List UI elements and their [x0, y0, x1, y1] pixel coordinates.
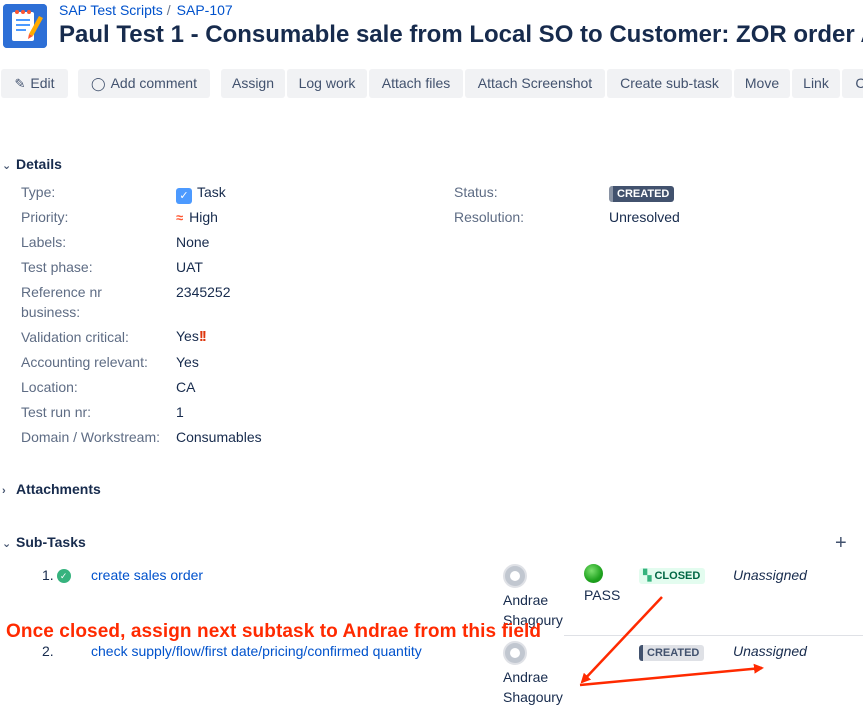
reference-nr-value[interactable]: 2345252	[176, 284, 231, 300]
labels-label: Labels:	[21, 234, 67, 250]
closed-status-icon: ▚	[643, 570, 652, 582]
validation-critical-label: Validation critical:	[21, 329, 129, 345]
location-label: Location:	[21, 379, 78, 395]
labels-value[interactable]: None	[176, 234, 209, 250]
test-run-nr-label: Test run nr:	[21, 404, 92, 420]
reference-nr-label-line2: business:	[21, 304, 81, 320]
pass-status-icon	[584, 564, 603, 583]
domain-workstream-value[interactable]: Consumables	[176, 429, 262, 445]
user-avatar-icon[interactable]	[503, 564, 527, 588]
test-phase-value[interactable]: UAT	[176, 259, 203, 275]
subtask-1-num-text: 1.	[42, 567, 54, 583]
test-phase-label: Test phase:	[21, 259, 93, 275]
attach-screenshot-button[interactable]: Attach Screenshot	[465, 69, 605, 98]
subtask-2-number: 2.	[42, 643, 54, 659]
accounting-relevant-value[interactable]: Yes	[176, 354, 199, 370]
breadcrumb-issue-link[interactable]: SAP-107	[177, 2, 233, 18]
resolution-value: Unresolved	[609, 209, 680, 225]
priority-value-text: High	[189, 209, 218, 225]
closed-status-text: CLOSED	[654, 570, 701, 582]
breadcrumb: SAP Test Scripts / SAP-107	[59, 2, 233, 18]
chevron-right-icon: ›	[2, 485, 6, 497]
issue-header: SAP Test Scripts / SAP-107 Paul Test 1 - C…	[0, 0, 863, 60]
type-label: Type:	[21, 184, 56, 200]
created-status-badge: CREATED	[639, 645, 705, 661]
validation-critical-text: Yes	[176, 328, 199, 344]
assign-button[interactable]: Assign	[221, 69, 285, 98]
status-label: Status:	[454, 184, 498, 200]
status-badge: CREATED	[609, 186, 675, 202]
log-work-button[interactable]: Log work	[287, 69, 367, 98]
annotation-text: Once closed, assign next subtask to Andr…	[6, 621, 542, 642]
domain-workstream-label: Domain / Workstream:	[21, 429, 160, 445]
resolution-label: Resolution:	[454, 209, 525, 225]
priority-value[interactable]: ≈ High	[176, 209, 218, 225]
edit-button[interactable]: ✎ Edit	[1, 69, 68, 98]
project-avatar-icon[interactable]	[3, 4, 47, 48]
pencil-icon: ✎	[14, 76, 26, 91]
subtask-row-divider	[564, 635, 863, 636]
subtask-2-status[interactable]: CREATED	[639, 643, 705, 661]
reference-nr-label: Reference nr	[21, 284, 102, 300]
move-button[interactable]: Move	[734, 69, 790, 98]
breadcrumb-separator: /	[166, 2, 171, 18]
subtask-1-result: PASS	[584, 587, 621, 603]
add-comment-button[interactable]: ◯ Add comment	[78, 69, 210, 98]
attachments-heading: Attachments	[16, 481, 101, 497]
details-heading: Details	[16, 156, 62, 172]
subtask-2-link[interactable]: check supply/flow/first date/pricing/con…	[91, 643, 422, 659]
subtasks-heading: Sub-Tasks	[16, 534, 86, 550]
type-value-text: Task	[197, 184, 226, 200]
comment-icon: ◯	[91, 76, 106, 91]
attach-files-button[interactable]: Attach files	[369, 69, 463, 98]
done-check-icon: ✓	[56, 569, 71, 583]
create-subtask-button[interactable]: Create sub-task	[607, 69, 732, 98]
arrow-to-user-field	[580, 596, 663, 684]
edit-button-label: Edit	[30, 75, 55, 91]
user-avatar-icon[interactable]	[503, 641, 527, 665]
subtask-2-user-last: Shagoury	[503, 689, 563, 705]
chevron-down-icon: ⌄	[2, 538, 12, 550]
issue-toolbar: ✎ Edit ◯ Add comment Assign Log work Attac…	[0, 69, 863, 99]
subtask-1-link[interactable]: create sales order	[91, 567, 203, 583]
double-exclamation-icon: !!	[198, 328, 207, 345]
priority-high-icon: ≈	[176, 210, 184, 225]
subtask-2-user[interactable]: Andrae Shagoury	[503, 667, 563, 707]
add-subtask-plus-icon[interactable]: +	[835, 532, 847, 555]
chevron-down-icon: ⌄	[2, 160, 12, 172]
overflow-button[interactable]: Cl	[842, 69, 863, 98]
accounting-relevant-label: Accounting relevant:	[21, 354, 148, 370]
validation-critical-value[interactable]: Yes!!	[176, 328, 207, 345]
subtask-1-status[interactable]: ▚ CLOSED	[639, 566, 706, 584]
subtask-1-assignee[interactable]: Unassigned	[733, 567, 807, 583]
link-button[interactable]: Link	[792, 69, 840, 98]
subtask-1-number: 1. ✓	[42, 567, 71, 583]
subtask-2-user-first: Andrae	[503, 669, 549, 685]
attachments-section-toggle[interactable]: › Attachments	[2, 481, 101, 497]
breadcrumb-project-link[interactable]: SAP Test Scripts	[59, 2, 163, 18]
test-run-nr-value[interactable]: 1	[176, 404, 184, 420]
closed-status-badge: ▚ CLOSED	[639, 568, 706, 584]
subtask-2-assignee[interactable]: Unassigned	[733, 643, 807, 659]
status-value: CREATED	[609, 184, 675, 202]
subtask-1-user-first: Andrae	[503, 592, 549, 608]
type-value: ✓ Task	[176, 184, 226, 204]
location-value[interactable]: CA	[176, 379, 195, 395]
subtasks-section-toggle[interactable]: ⌄ Sub-Tasks	[2, 534, 86, 550]
arrow-to-assignee-field	[579, 663, 764, 687]
details-section-toggle[interactable]: ⌄ Details	[2, 156, 62, 172]
task-type-icon: ✓	[176, 188, 192, 204]
priority-label: Priority:	[21, 209, 69, 225]
add-comment-label: Add comment	[110, 75, 197, 91]
page-title[interactable]: Paul Test 1 - Consumable sale from Local…	[59, 21, 863, 49]
